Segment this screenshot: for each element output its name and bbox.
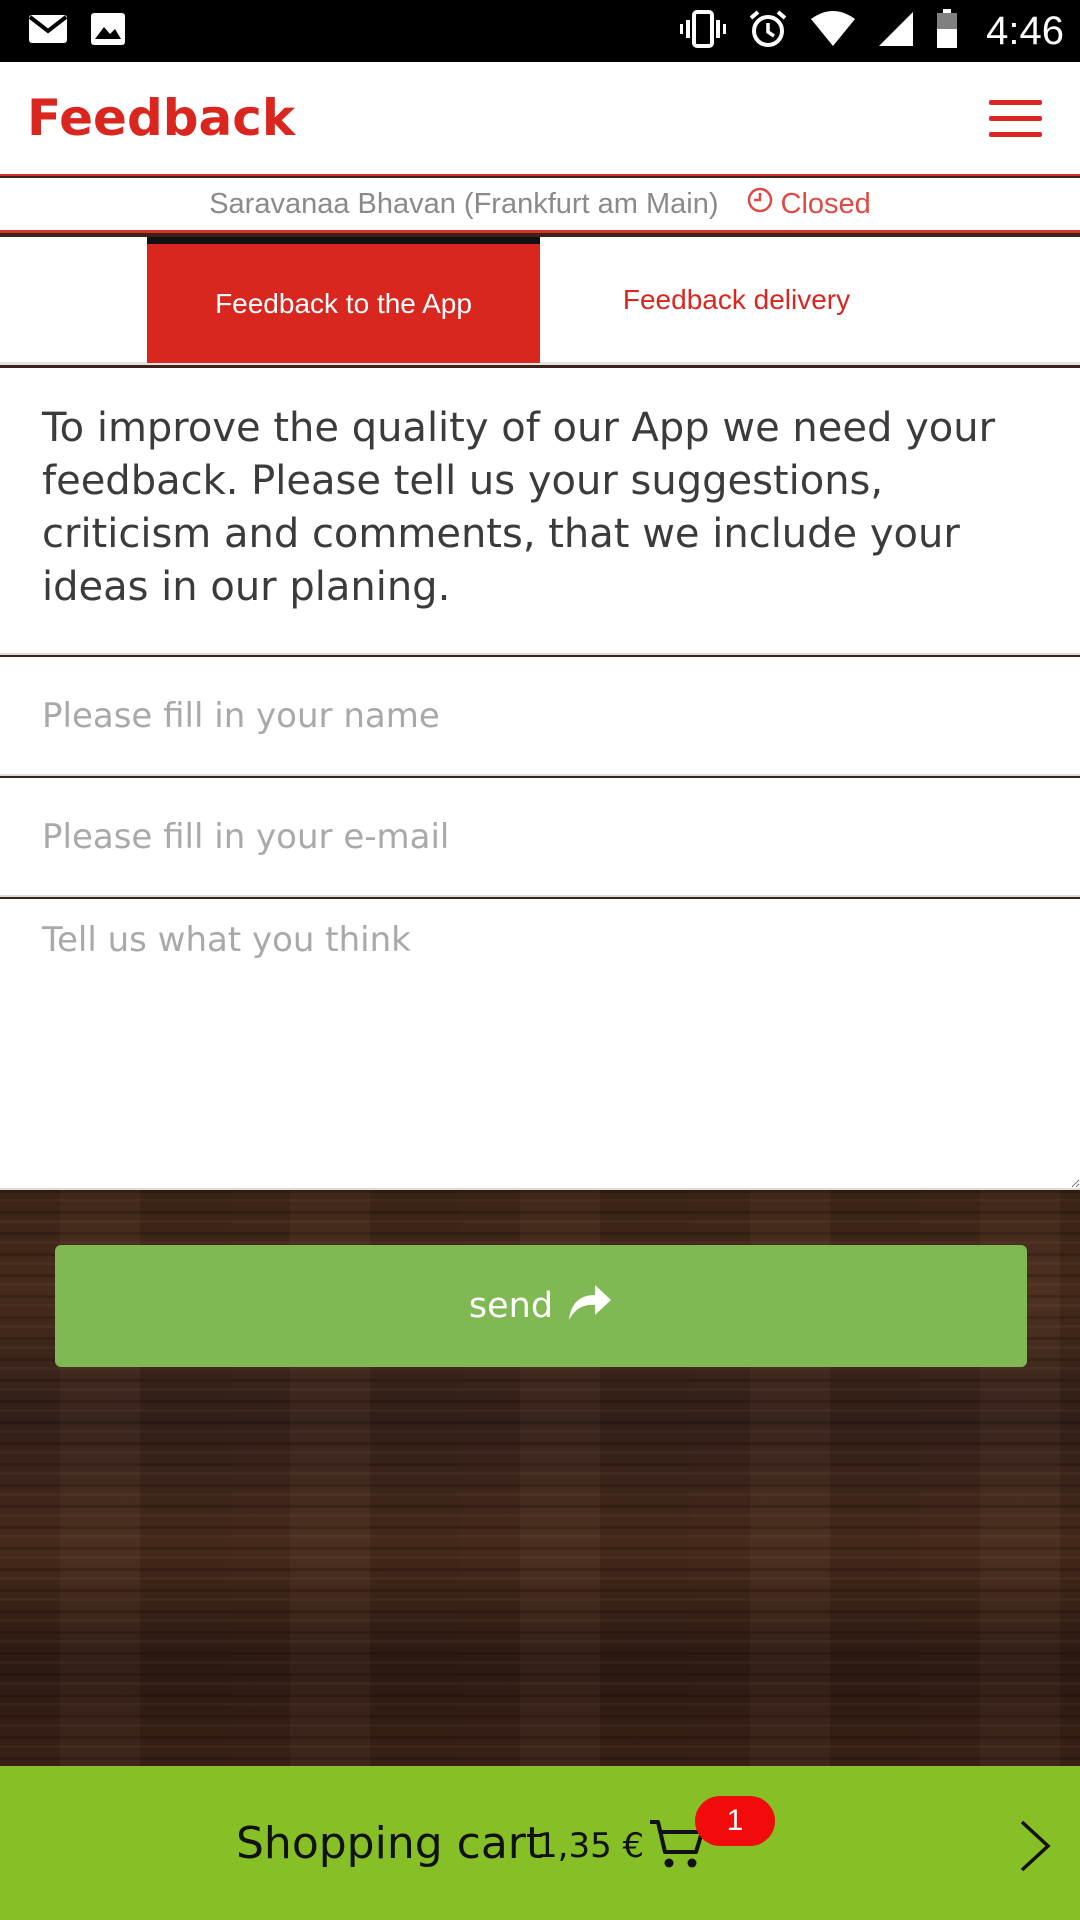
- status-badge: Closed: [747, 187, 871, 221]
- hamburger-menu-icon[interactable]: [989, 99, 1042, 137]
- intro-text: To improve the quality of our App we nee…: [0, 368, 1080, 655]
- clock-icon: [747, 187, 773, 221]
- shopping-cart-bar[interactable]: Shopping cart 1,35 € 1: [0, 1766, 1080, 1920]
- mail-icon: [28, 14, 68, 48]
- battery-icon: [936, 9, 958, 53]
- share-arrow-icon: [565, 1282, 613, 1331]
- tab-bar: Feedback to the App Feedback delivery: [0, 237, 1080, 365]
- cart-total: 1,35 €: [536, 1826, 645, 1866]
- signal-icon: [878, 11, 914, 51]
- image-icon: [90, 12, 126, 50]
- app-header: Feedback: [0, 62, 1080, 176]
- status-bar: 4:46: [0, 0, 1080, 62]
- alarm-icon: [748, 9, 788, 53]
- restaurant-bar: Saravanaa Bhavan (Frankfurt am Main) Clo…: [0, 178, 1080, 233]
- tab-feedback-delivery[interactable]: Feedback delivery: [540, 237, 933, 363]
- send-button[interactable]: send: [55, 1245, 1027, 1367]
- vibrate-icon: [680, 10, 727, 52]
- restaurant-name: Saravanaa Bhavan (Frankfurt am Main): [209, 187, 719, 220]
- chevron-right-icon[interactable]: [1018, 1818, 1052, 1878]
- cart-label: Shopping cart: [236, 1818, 544, 1869]
- status-text: Closed: [780, 187, 871, 220]
- message-textarea[interactable]: [0, 899, 1080, 1190]
- cart-count-badge: 1: [695, 1796, 775, 1846]
- clock-time: 4:46: [986, 8, 1064, 53]
- tab-feedback-app[interactable]: Feedback to the App: [147, 237, 540, 363]
- wifi-icon: [810, 11, 856, 51]
- name-input[interactable]: [0, 657, 1080, 776]
- send-label: send: [468, 1286, 554, 1326]
- page-title: Feedback: [27, 89, 296, 147]
- email-input[interactable]: [0, 778, 1080, 897]
